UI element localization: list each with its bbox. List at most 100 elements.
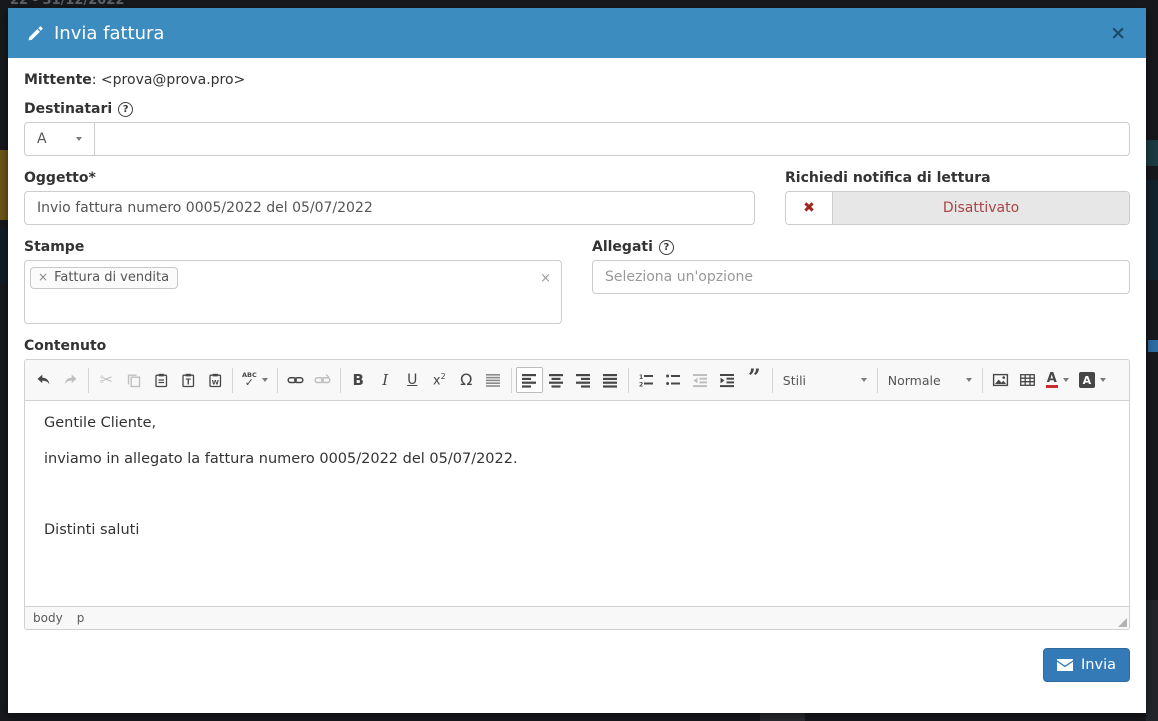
recipient-type-value: A — [37, 131, 47, 147]
path-item-p[interactable]: p — [77, 611, 85, 625]
svg-text:2: 2 — [639, 382, 643, 389]
recipients-control: A — [24, 122, 1130, 156]
subject-label: Oggetto* — [24, 170, 755, 186]
background-color-icon[interactable]: A — [1074, 367, 1111, 393]
bold-icon[interactable]: B — [345, 367, 372, 393]
editor-paragraph — [44, 485, 1110, 505]
close-icon[interactable]: × — [1110, 24, 1126, 43]
attachments-label: Allegati ? — [592, 239, 1130, 255]
background-fragment — [1146, 600, 1158, 721]
editor-paragraph: Distinti saluti — [44, 520, 1110, 541]
pencil-icon — [28, 25, 44, 41]
line-spacing-icon[interactable] — [480, 367, 507, 393]
editor-content-area[interactable]: Gentile Cliente, inviamo in allegato la … — [25, 401, 1129, 606]
modal-header: Invia fattura × — [8, 8, 1146, 58]
image-icon[interactable] — [987, 367, 1014, 393]
toolbar-separator — [982, 368, 983, 393]
tag-remove-icon[interactable]: × — [38, 270, 48, 284]
attachments-placeholder: Seleziona un'opzione — [605, 269, 753, 285]
paste-plain-text-icon[interactable]: T — [174, 367, 201, 393]
redo-icon[interactable] — [57, 367, 84, 393]
envelope-icon — [1057, 659, 1073, 671]
background-fragment — [1146, 140, 1158, 166]
content-label: Contenuto — [24, 338, 1130, 354]
recipients-input[interactable] — [95, 123, 1129, 155]
sender-line: Mittente: <prova@prova.pro> — [24, 72, 1130, 88]
attachments-select[interactable]: Seleziona un'opzione — [592, 260, 1130, 294]
decrease-indent-icon[interactable] — [687, 367, 714, 393]
paste-icon[interactable] — [147, 367, 174, 393]
numbered-list-icon[interactable]: 12 — [633, 367, 660, 393]
prints-multiselect[interactable]: × Fattura di vendita × — [24, 260, 562, 324]
modal-body: Mittente: <prova@prova.pro> Destinatari … — [8, 58, 1146, 713]
cut-icon[interactable]: ✂ — [93, 367, 120, 393]
chevron-down-icon — [262, 378, 268, 382]
toggle-off-icon: ✖ — [786, 192, 833, 224]
table-icon[interactable] — [1014, 367, 1041, 393]
align-left-icon[interactable] — [516, 367, 543, 393]
copy-icon[interactable] — [120, 367, 147, 393]
modal-footer: Invia — [24, 630, 1130, 694]
send-invoice-modal: Invia fattura × Mittente: <prova@prova.p… — [8, 8, 1146, 713]
align-center-icon[interactable] — [543, 367, 570, 393]
read-receipt-label: Richiedi notifica di lettura — [785, 170, 1130, 186]
clear-selection-icon[interactable]: × — [540, 271, 551, 286]
chevron-down-icon — [1100, 378, 1106, 382]
toolbar-separator — [277, 368, 278, 393]
question-circle-icon[interactable]: ? — [118, 102, 133, 117]
undo-icon[interactable] — [30, 367, 57, 393]
chevron-down-icon — [76, 137, 82, 141]
chevron-down-icon — [861, 378, 867, 382]
question-circle-icon[interactable]: ? — [659, 240, 674, 255]
tag-label: Fattura di vendita — [54, 270, 169, 285]
recipients-label: Destinatari ? — [24, 101, 1130, 117]
link-icon[interactable] — [282, 367, 309, 393]
modal-title: Invia fattura — [28, 23, 164, 44]
read-receipt-toggle[interactable]: ✖ Disattivato — [785, 191, 1130, 225]
format-dropdown[interactable]: Normale — [882, 367, 978, 393]
send-button[interactable]: Invia — [1043, 648, 1130, 682]
toolbar-separator — [511, 368, 512, 393]
toolbar-separator — [340, 368, 341, 393]
modal-title-text: Invia fattura — [54, 23, 164, 44]
editor-element-path-bar: body p — [25, 606, 1129, 629]
superscript-icon[interactable]: x2 — [426, 367, 453, 393]
resize-handle[interactable] — [1118, 618, 1127, 627]
toolbar-separator — [232, 368, 233, 393]
selected-tag: × Fattura di vendita — [30, 267, 178, 289]
spell-check-icon[interactable]: ABC✓ — [237, 367, 273, 393]
rich-text-editor: ✂ T W ABC✓ — [24, 359, 1130, 630]
blockquote-icon[interactable]: ” — [741, 367, 768, 393]
align-right-icon[interactable] — [570, 367, 597, 393]
editor-paragraph: inviamo in allegato la fattura numero 00… — [44, 449, 1110, 470]
editor-toolbar: ✂ T W ABC✓ — [25, 360, 1129, 401]
chevron-down-icon — [966, 378, 972, 382]
sender-value: : <prova@prova.pro> — [92, 72, 246, 88]
editor-paragraph: Gentile Cliente, — [44, 413, 1110, 434]
increase-indent-icon[interactable] — [714, 367, 741, 393]
subject-input[interactable] — [24, 191, 755, 225]
path-item-body[interactable]: body — [33, 611, 63, 625]
styles-dropdown[interactable]: Stili — [777, 367, 873, 393]
justify-icon[interactable] — [597, 367, 624, 393]
special-character-icon[interactable]: Ω — [453, 367, 480, 393]
italic-icon[interactable]: I — [372, 367, 399, 393]
toolbar-separator — [877, 368, 878, 393]
send-button-label: Invia — [1081, 657, 1116, 673]
chevron-down-icon — [1063, 378, 1069, 382]
unlink-icon[interactable] — [309, 367, 336, 393]
background-fragment — [1146, 180, 1158, 280]
toolbar-separator — [772, 368, 773, 393]
text-color-icon[interactable]: A — [1041, 367, 1074, 393]
prints-label: Stampe — [24, 239, 562, 255]
bulleted-list-icon[interactable] — [660, 367, 687, 393]
sender-label: Mittente — [24, 72, 92, 88]
paste-from-word-icon[interactable]: W — [201, 367, 228, 393]
background-fragment — [1148, 340, 1158, 352]
toolbar-separator — [628, 368, 629, 393]
recipient-type-dropdown[interactable]: A — [25, 123, 95, 155]
styles-dropdown-label: Stili — [783, 373, 806, 388]
underline-icon[interactable]: U — [399, 367, 426, 393]
toolbar-separator — [88, 368, 89, 393]
svg-text:1: 1 — [639, 374, 643, 381]
